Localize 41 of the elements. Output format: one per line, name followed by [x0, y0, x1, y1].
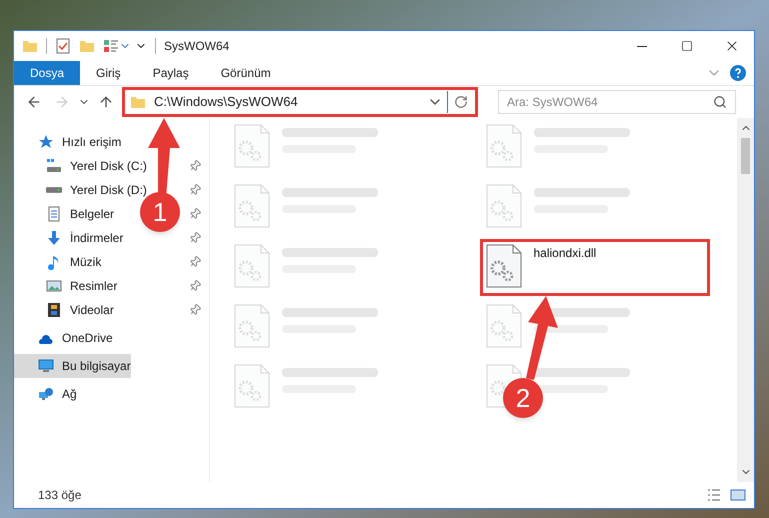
- maximize-icon: [680, 40, 692, 52]
- network-icon: [38, 386, 54, 402]
- checklist-icon[interactable]: [55, 38, 71, 54]
- search-field[interactable]: Ara: SysWOW64: [498, 90, 736, 114]
- address-path: C:\Windows\SysWOW64: [154, 93, 298, 112]
- sidebar-item[interactable]: OneDrive: [38, 326, 113, 350]
- item-count: 133 öğe: [38, 487, 82, 504]
- refresh-icon[interactable]: [454, 95, 468, 109]
- download-arrow-icon: [46, 230, 62, 246]
- ribbon-tab[interactable]: Giriş: [80, 61, 137, 85]
- sidebar-item[interactable]: Müzik: [46, 250, 102, 274]
- scrollbar[interactable]: [737, 118, 754, 482]
- sidebar-item[interactable]: Belgeler: [46, 202, 114, 226]
- window-title: SysWOW64: [164, 38, 230, 55]
- folder-icon: [130, 94, 146, 110]
- film-icon: [46, 302, 62, 318]
- drive-icon: [46, 187, 62, 193]
- large-icons-view-icon[interactable]: [730, 487, 746, 503]
- monitor-icon: [38, 358, 54, 374]
- drive-icon: [46, 158, 62, 174]
- sidebar-item[interactable]: Videolar: [46, 298, 114, 322]
- scrollbar-thumb[interactable]: [741, 138, 750, 174]
- sidebar-item[interactable]: Hızlı erişim: [38, 130, 122, 154]
- document-icon: [46, 206, 62, 222]
- sidebar-item[interactable]: Yerel Disk (C:): [46, 154, 147, 178]
- sidebar-item[interactable]: İndirmeler: [46, 226, 124, 250]
- search-icon[interactable]: [713, 95, 727, 109]
- details-view-icon[interactable]: [706, 487, 722, 503]
- sidebar-item[interactable]: Bu bilgisayar: [14, 354, 131, 378]
- sidebar-item[interactable]: Resimler: [46, 274, 118, 298]
- ribbon-tab[interactable]: Paylaş: [136, 61, 205, 85]
- picture-icon: [46, 278, 62, 294]
- star-icon: [38, 134, 54, 150]
- ribbon-tab[interactable]: Görünüm: [204, 61, 287, 85]
- ribbon-tab[interactable]: Dosya: [14, 61, 80, 85]
- sidebar-item[interactable]: Ağ: [38, 382, 77, 406]
- file-name[interactable]: haliondxi.dll: [534, 244, 596, 262]
- address-field[interactable]: C:\Windows\SysWOW64: [126, 91, 474, 113]
- properties-icon[interactable]: [103, 38, 119, 54]
- search-input[interactable]: Ara: SysWOW64: [507, 93, 713, 111]
- help-icon[interactable]: [730, 65, 746, 81]
